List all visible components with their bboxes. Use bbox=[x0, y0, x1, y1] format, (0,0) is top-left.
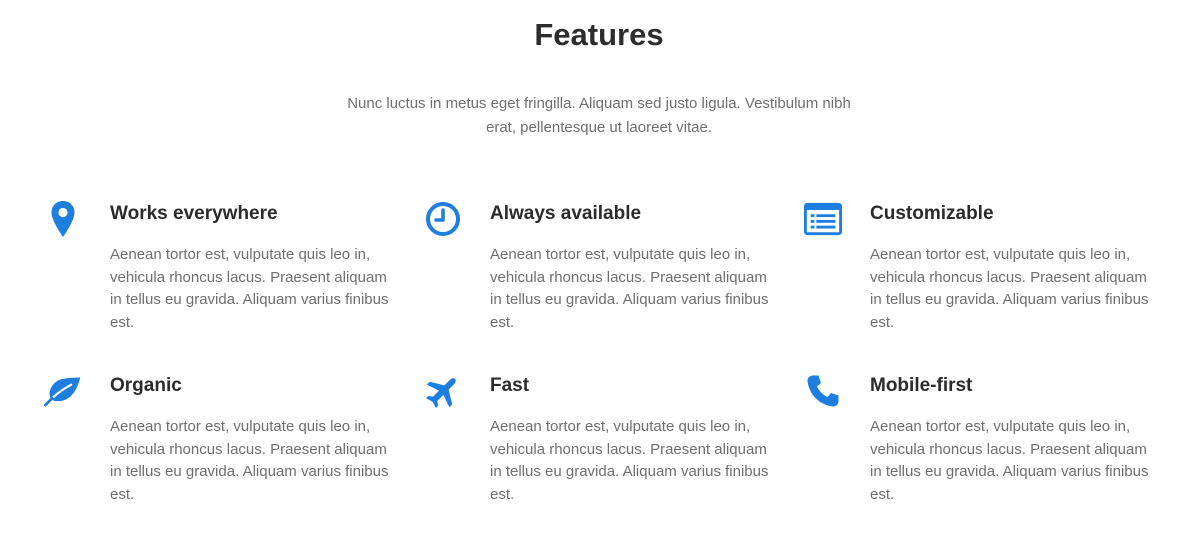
features-grid: Works everywhere Aenean tortor est, vulp… bbox=[40, 200, 1180, 544]
feature-item-always-available: Always available Aenean tortor est, vulp… bbox=[420, 200, 800, 372]
feature-item-works-everywhere: Works everywhere Aenean tortor est, vulp… bbox=[40, 200, 420, 372]
feature-description: Aenean tortor est, vulputate quis leo in… bbox=[110, 418, 389, 503]
map-marker-icon bbox=[44, 200, 82, 238]
feature-title: Fast bbox=[490, 375, 530, 396]
feature-title: Customizable bbox=[870, 203, 994, 224]
leaf-icon bbox=[44, 372, 82, 410]
feature-description: Aenean tortor est, vulputate quis leo in… bbox=[870, 418, 1149, 503]
feature-description: Aenean tortor est, vulputate quis leo in… bbox=[870, 246, 1149, 331]
feature-title: Organic bbox=[110, 375, 182, 396]
feature-item-customizable: Customizable Aenean tortor est, vulputat… bbox=[800, 200, 1180, 372]
features-section: Features Nunc luctus in metus eget fring… bbox=[0, 0, 1198, 536]
feature-title: Always available bbox=[490, 203, 642, 224]
phone-icon bbox=[804, 372, 842, 410]
feature-title: Mobile-first bbox=[870, 375, 973, 396]
feature-description: Aenean tortor est, vulputate quis leo in… bbox=[490, 246, 769, 331]
list-window-icon bbox=[804, 200, 842, 238]
feature-item-fast: Fast Aenean tortor est, vulputate quis l… bbox=[420, 372, 800, 544]
airplane-icon bbox=[424, 372, 462, 410]
feature-item-mobile-first: Mobile-first Aenean tortor est, vulputat… bbox=[800, 372, 1180, 544]
feature-title: Works everywhere bbox=[110, 203, 278, 224]
section-subtitle: Nunc luctus in metus eget fringilla. Ali… bbox=[347, 95, 851, 136]
clock-icon bbox=[424, 200, 462, 238]
feature-description: Aenean tortor est, vulputate quis leo in… bbox=[110, 246, 389, 331]
feature-item-organic: Organic Aenean tortor est, vulputate qui… bbox=[40, 372, 420, 544]
feature-description: Aenean tortor est, vulputate quis leo in… bbox=[490, 418, 769, 503]
section-title: Features bbox=[534, 17, 664, 52]
